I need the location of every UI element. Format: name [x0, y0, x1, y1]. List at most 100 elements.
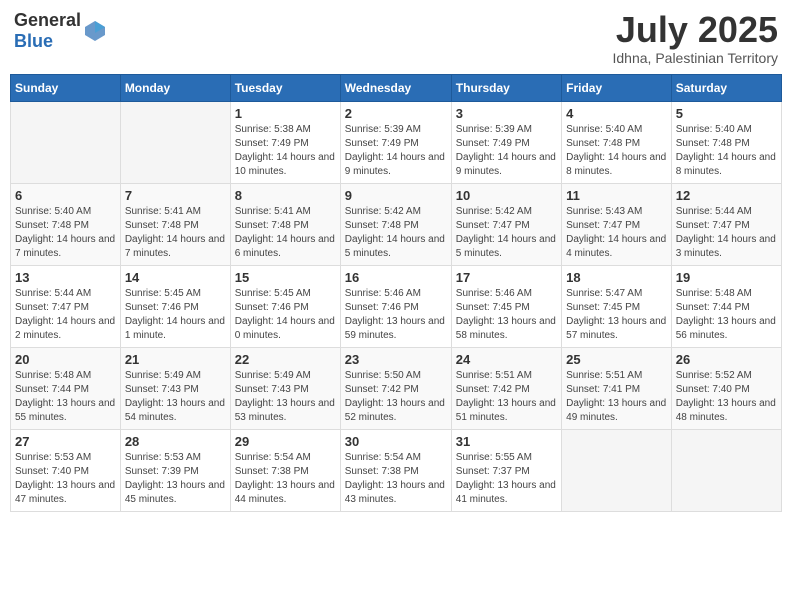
day-number: 16	[345, 270, 447, 285]
day-number: 17	[456, 270, 557, 285]
calendar-cell: 23 Sunrise: 5:50 AMSunset: 7:42 PMDayligh…	[340, 347, 451, 429]
day-info: Sunrise: 5:41 AMSunset: 7:48 PMDaylight:…	[235, 205, 336, 261]
calendar-cell: 19Sunrise: 5:48 AMSunset: 7:44 PMDayligh…	[671, 265, 781, 347]
day-info: Sunrise: 5:40 AMSunset: 7:48 PMDaylight:…	[566, 123, 667, 179]
logo-blue: Blue	[14, 31, 53, 51]
calendar-cell: 2 Sunrise: 5:39 AMSunset: 7:49 PMDaylight…	[340, 101, 451, 183]
day-number: 15	[235, 270, 336, 285]
day-info: Sunrise: 5:49 AMSunset: 7:43 PMDaylight:…	[125, 369, 226, 425]
page-header: General Blue July 2025 Idhna, Palestinia…	[10, 10, 782, 66]
day-info: Sunrise: 5:46 AMSunset: 7:46 PMDaylight:…	[345, 287, 447, 343]
calendar-cell: 7 Sunrise: 5:41 AMSunset: 7:48 PMDaylight…	[120, 183, 230, 265]
day-number: 28	[125, 434, 226, 449]
day-number: 21	[125, 352, 226, 367]
calendar-cell: 27Sunrise: 5:53 AMSunset: 7:40 PMDayligh…	[11, 429, 121, 511]
day-number: 11	[566, 188, 667, 203]
calendar-cell: 3 Sunrise: 5:39 AMSunset: 7:49 PMDaylight…	[451, 101, 561, 183]
day-number: 10	[456, 188, 557, 203]
day-info: Sunrise: 5:42 AMSunset: 7:47 PMDaylight:…	[456, 205, 557, 261]
day-number: 5	[676, 106, 777, 121]
day-number: 1	[235, 106, 336, 121]
day-info: Sunrise: 5:52 AMSunset: 7:40 PMDaylight:…	[676, 369, 777, 425]
day-number: 23	[345, 352, 447, 367]
calendar-cell: 16 Sunrise: 5:46 AMSunset: 7:46 PMDayligh…	[340, 265, 451, 347]
day-info: Sunrise: 5:40 AMSunset: 7:48 PMDaylight:…	[676, 123, 777, 179]
calendar-week-2: 6Sunrise: 5:40 AMSunset: 7:48 PMDaylight…	[11, 183, 782, 265]
day-number: 7	[125, 188, 226, 203]
calendar-cell: 8 Sunrise: 5:41 AMSunset: 7:48 PMDaylight…	[230, 183, 340, 265]
calendar-location: Idhna, Palestinian Territory	[613, 50, 779, 66]
day-info: Sunrise: 5:53 AMSunset: 7:39 PMDaylight:…	[125, 451, 226, 507]
day-number: 4	[566, 106, 667, 121]
day-info: Sunrise: 5:47 AMSunset: 7:45 PMDaylight:…	[566, 287, 667, 343]
day-info: Sunrise: 5:54 AMSunset: 7:38 PMDaylight:…	[235, 451, 336, 507]
logo-icon	[83, 19, 107, 43]
calendar-cell: 5 Sunrise: 5:40 AMSunset: 7:48 PMDaylight…	[671, 101, 781, 183]
day-number: 14	[125, 270, 226, 285]
calendar-cell: 24 Sunrise: 5:51 AMSunset: 7:42 PMDayligh…	[451, 347, 561, 429]
calendar-cell: 18 Sunrise: 5:47 AMSunset: 7:45 PMDayligh…	[562, 265, 672, 347]
calendar-cell: 6Sunrise: 5:40 AMSunset: 7:48 PMDaylight…	[11, 183, 121, 265]
day-info: Sunrise: 5:55 AMSunset: 7:37 PMDaylight:…	[456, 451, 557, 507]
calendar-cell: 1 Sunrise: 5:38 AMSunset: 7:49 PMDaylight…	[230, 101, 340, 183]
day-info: Sunrise: 5:50 AMSunset: 7:42 PMDaylight:…	[345, 369, 447, 425]
title-block: July 2025 Idhna, Palestinian Territory	[613, 10, 779, 66]
calendar-cell	[562, 429, 672, 511]
calendar-cell: 14Sunrise: 5:45 AMSunset: 7:46 PMDayligh…	[120, 265, 230, 347]
day-info: Sunrise: 5:38 AMSunset: 7:49 PMDaylight:…	[235, 123, 336, 179]
calendar-table: Sunday Monday Tuesday Wednesday Thursday…	[10, 74, 782, 512]
day-info: Sunrise: 5:39 AMSunset: 7:49 PMDaylight:…	[456, 123, 557, 179]
calendar-title: July 2025	[613, 10, 779, 50]
calendar-cell: 26 Sunrise: 5:52 AMSunset: 7:40 PMDayligh…	[671, 347, 781, 429]
day-number: 31	[456, 434, 557, 449]
logo-text: General Blue	[14, 10, 81, 52]
day-info: Sunrise: 5:51 AMSunset: 7:42 PMDaylight:…	[456, 369, 557, 425]
logo-general: General	[14, 10, 81, 30]
day-info: Sunrise: 5:48 AMSunset: 7:44 PMDaylight:…	[15, 369, 116, 425]
calendar-cell: 15Sunrise: 5:45 AMSunset: 7:46 PMDayligh…	[230, 265, 340, 347]
col-saturday: Saturday	[671, 74, 781, 101]
col-tuesday: Tuesday	[230, 74, 340, 101]
logo: General Blue	[14, 10, 107, 52]
day-number: 2	[345, 106, 447, 121]
day-number: 13	[15, 270, 116, 285]
day-number: 3	[456, 106, 557, 121]
calendar-cell: 30 Sunrise: 5:54 AMSunset: 7:38 PMDayligh…	[340, 429, 451, 511]
day-number: 22	[235, 352, 336, 367]
calendar-cell: 28 Sunrise: 5:53 AMSunset: 7:39 PMDayligh…	[120, 429, 230, 511]
day-info: Sunrise: 5:44 AMSunset: 7:47 PMDaylight:…	[676, 205, 777, 261]
calendar-week-1: 1 Sunrise: 5:38 AMSunset: 7:49 PMDaylight…	[11, 101, 782, 183]
calendar-cell: 31 Sunrise: 5:55 AMSunset: 7:37 PMDayligh…	[451, 429, 561, 511]
day-info: Sunrise: 5:54 AMSunset: 7:38 PMDaylight:…	[345, 451, 447, 507]
day-number: 24	[456, 352, 557, 367]
calendar-cell: 20 Sunrise: 5:48 AMSunset: 7:44 PMDayligh…	[11, 347, 121, 429]
calendar-cell: 9Sunrise: 5:42 AMSunset: 7:48 PMDaylight…	[340, 183, 451, 265]
day-number: 20	[15, 352, 116, 367]
calendar-cell: 13 Sunrise: 5:44 AMSunset: 7:47 PMDayligh…	[11, 265, 121, 347]
day-number: 18	[566, 270, 667, 285]
day-number: 25	[566, 352, 667, 367]
calendar-cell: 4 Sunrise: 5:40 AMSunset: 7:48 PMDaylight…	[562, 101, 672, 183]
day-info: Sunrise: 5:44 AMSunset: 7:47 PMDaylight:…	[15, 287, 116, 343]
calendar-cell	[671, 429, 781, 511]
col-sunday: Sunday	[11, 74, 121, 101]
day-info: Sunrise: 5:46 AMSunset: 7:45 PMDaylight:…	[456, 287, 557, 343]
col-wednesday: Wednesday	[340, 74, 451, 101]
calendar-cell: 25 Sunrise: 5:51 AMSunset: 7:41 PMDayligh…	[562, 347, 672, 429]
day-info: Sunrise: 5:41 AMSunset: 7:48 PMDaylight:…	[125, 205, 226, 261]
col-thursday: Thursday	[451, 74, 561, 101]
col-friday: Friday	[562, 74, 672, 101]
calendar-week-5: 27Sunrise: 5:53 AMSunset: 7:40 PMDayligh…	[11, 429, 782, 511]
day-info: Sunrise: 5:40 AMSunset: 7:48 PMDaylight:…	[15, 205, 116, 261]
calendar-cell: 29 Sunrise: 5:54 AMSunset: 7:38 PMDayligh…	[230, 429, 340, 511]
day-info: Sunrise: 5:51 AMSunset: 7:41 PMDaylight:…	[566, 369, 667, 425]
day-info: Sunrise: 5:39 AMSunset: 7:49 PMDaylight:…	[345, 123, 447, 179]
calendar-cell: 22 Sunrise: 5:49 AMSunset: 7:43 PMDayligh…	[230, 347, 340, 429]
day-info: Sunrise: 5:49 AMSunset: 7:43 PMDaylight:…	[235, 369, 336, 425]
day-number: 30	[345, 434, 447, 449]
day-number: 8	[235, 188, 336, 203]
calendar-header-row: Sunday Monday Tuesday Wednesday Thursday…	[11, 74, 782, 101]
day-number: 26	[676, 352, 777, 367]
calendar-cell	[120, 101, 230, 183]
day-number: 29	[235, 434, 336, 449]
